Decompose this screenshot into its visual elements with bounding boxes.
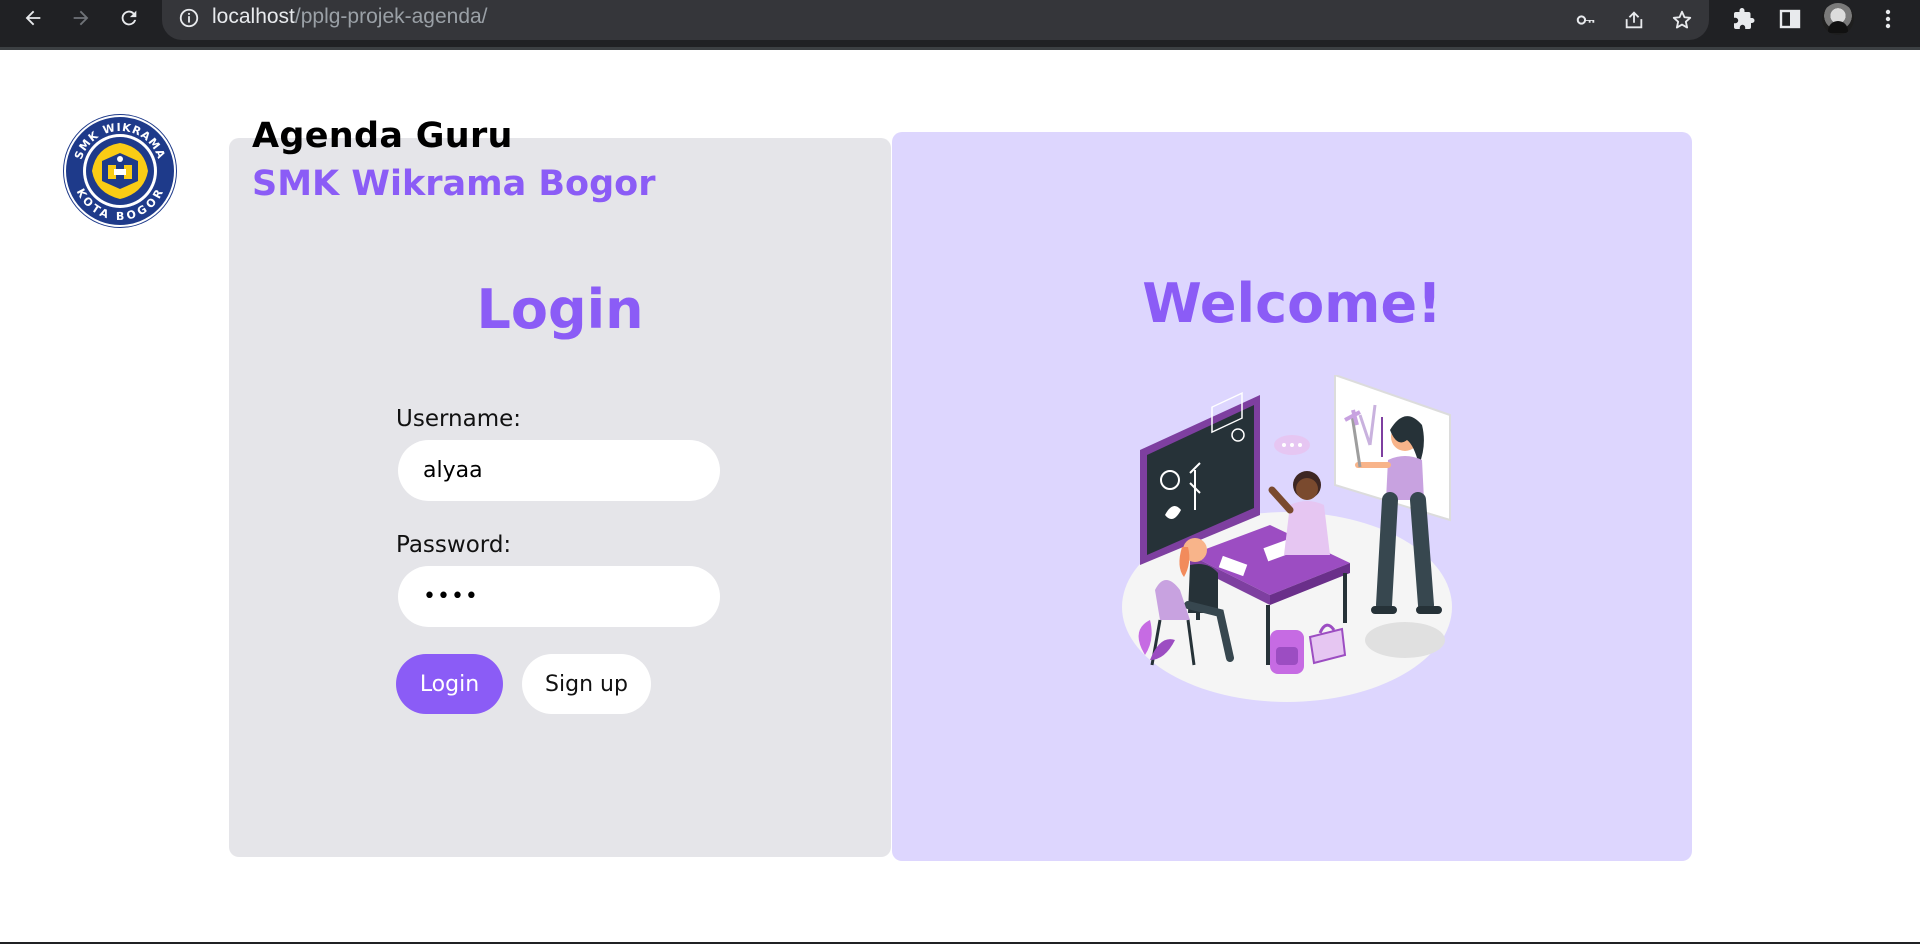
share-icon[interactable] <box>1620 6 1648 34</box>
school-name: SMK Wikrama Bogor <box>252 164 656 204</box>
password-label: Password: <box>396 532 512 558</box>
login-button[interactable]: Login <box>396 654 503 714</box>
classroom-illustration <box>1122 375 1452 702</box>
browser-toolbar: localhost/pplg-projek-agenda/ <box>0 0 1920 50</box>
school-logo: SMK WIKRAMA KOTA BOGOR <box>63 114 177 228</box>
address-bar[interactable]: localhost/pplg-projek-agenda/ <box>162 0 1709 40</box>
login-heading: Login <box>476 278 644 341</box>
url-path: /pplg-projek-agenda/ <box>294 5 488 28</box>
star-icon[interactable] <box>1668 6 1696 34</box>
page-content: SMK WIKRAMA KOTA BOGOR Agenda Guru SMK W… <box>0 50 1920 944</box>
app-title: Agenda Guru <box>252 116 513 156</box>
url-text[interactable]: localhost/pplg-projek-agenda/ <box>212 4 488 30</box>
menu-icon[interactable] <box>1872 3 1904 35</box>
site-info-icon[interactable] <box>178 7 200 29</box>
side-panel-icon[interactable] <box>1774 3 1806 35</box>
signup-button[interactable]: Sign up <box>522 654 651 714</box>
welcome-heading: Welcome! <box>1142 272 1442 335</box>
username-input[interactable] <box>398 440 720 501</box>
url-host: localhost <box>212 5 295 28</box>
back-icon[interactable] <box>16 3 50 33</box>
username-label: Username: <box>396 406 521 432</box>
extensions-icon[interactable] <box>1728 3 1760 35</box>
key-icon[interactable] <box>1572 6 1600 34</box>
reload-icon[interactable] <box>112 3 146 33</box>
profile-avatar[interactable] <box>1822 3 1854 35</box>
password-input[interactable] <box>398 566 720 627</box>
forward-icon[interactable] <box>64 3 98 33</box>
